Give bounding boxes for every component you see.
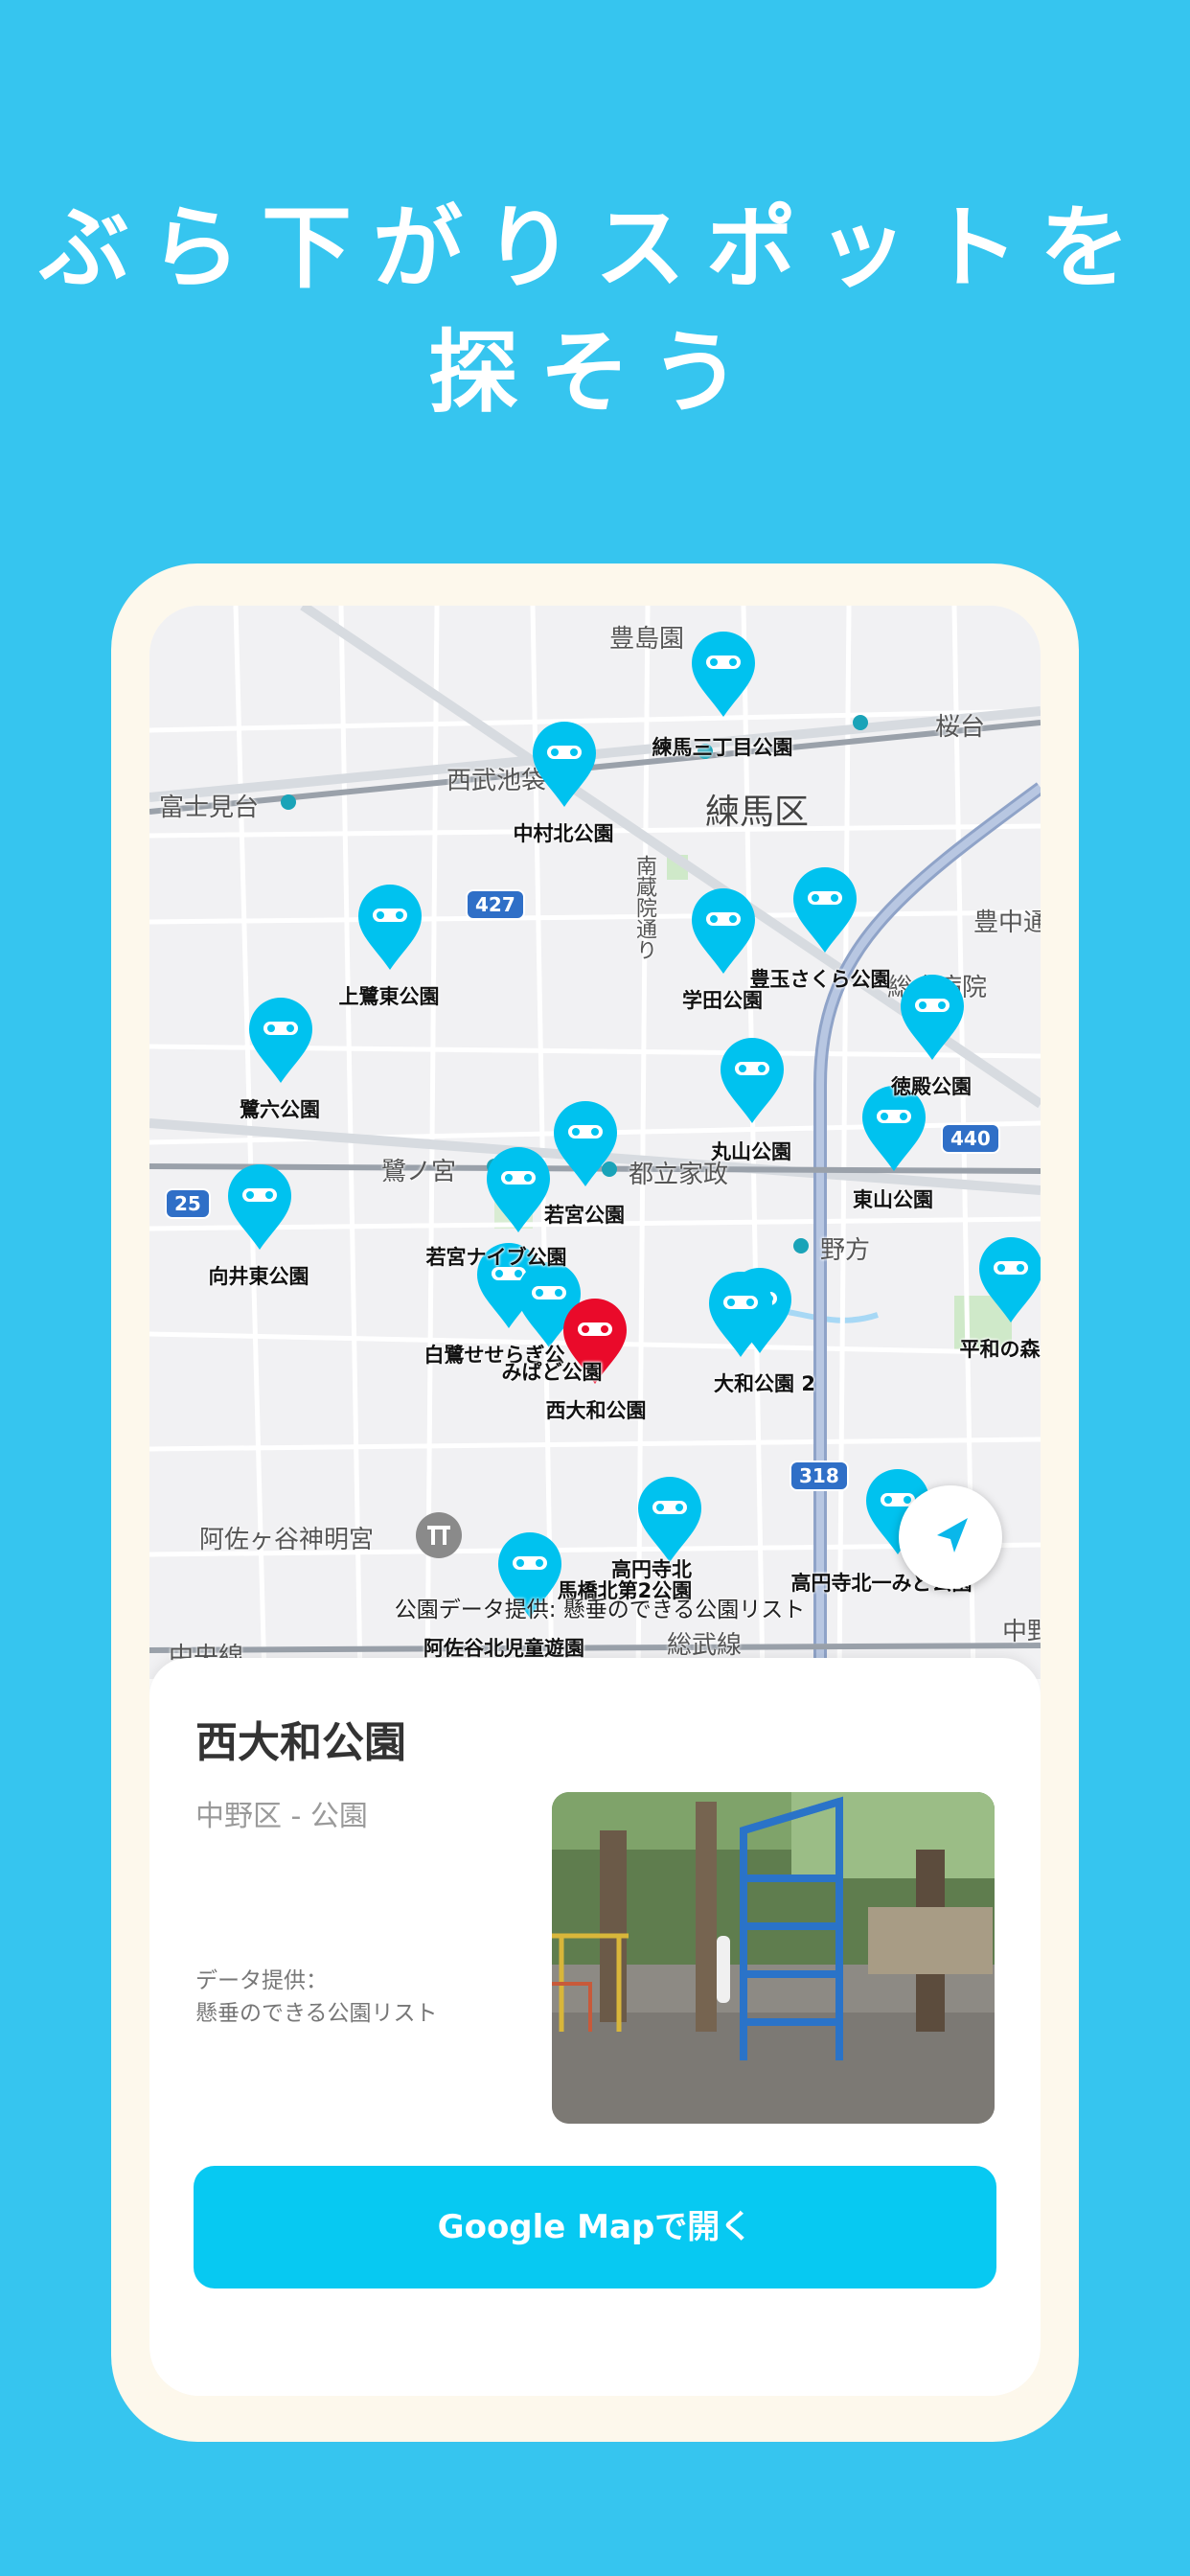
park-category: 中野区 - 公園 — [195, 1800, 368, 1833]
park-pin-icon[interactable] — [719, 1037, 786, 1125]
map-label-asagaya-shrine: 阿佐ヶ谷神明宮 — [199, 1526, 375, 1554]
poi-label: 若宮ナイブ公園 — [425, 1246, 567, 1269]
map-label-fujimidai: 富士見台 — [159, 794, 260, 822]
poi-label: 丸山公園 — [711, 1140, 791, 1163]
road-shield-318: 318 — [790, 1460, 849, 1491]
park-pin-icon[interactable] — [531, 721, 598, 809]
park-pin-icon[interactable] — [226, 1163, 293, 1252]
location-arrow-icon — [937, 1518, 968, 1552]
park-pin-icon[interactable] — [707, 1271, 774, 1359]
park-pin-icon[interactable] — [690, 887, 757, 976]
poi-label: 若宮公園 — [544, 1204, 625, 1227]
park-photo — [552, 1792, 995, 2124]
data-credit: データ提供： 懸垂のできる公園リスト — [195, 1965, 438, 2030]
park-pin-icon[interactable] — [247, 997, 314, 1085]
park-pin-icon[interactable] — [552, 1100, 619, 1188]
poi-label: 向井東公園 — [208, 1265, 309, 1288]
headline-line2: 探そう — [427, 321, 762, 426]
park-pin-icon[interactable] — [636, 1476, 703, 1564]
map-attribution: 公園データ提供: 懸垂のできる公園リスト — [394, 1598, 806, 1622]
map-label-sakuradai: 桜台 — [935, 713, 986, 742]
park-pin-icon[interactable] — [791, 866, 858, 954]
poi-label: 豊玉さくら公園 — [749, 968, 891, 991]
headline-line1: ぶら下がりスポットを — [38, 196, 1151, 301]
poi-label: 鷺六公園 — [240, 1098, 320, 1121]
map-label-nanzoin-dori: 南蔵院通り — [632, 855, 656, 960]
map-label-saginomiya: 鷺ノ宮 — [381, 1158, 457, 1186]
poi-label: 練馬三丁目公園 — [652, 736, 793, 759]
park-detail-sheet: 西大和公園 中野区 - 公園 データ提供： 懸垂のできる公園リスト Google… — [149, 1658, 1041, 2396]
headline: ぶら下がりスポットを 探そう — [0, 187, 1190, 436]
park-pin-icon[interactable] — [356, 884, 423, 972]
poi-label: 大和公園 2 — [714, 1372, 815, 1395]
current-location-button[interactable] — [899, 1485, 1002, 1589]
road-shield-25: 25 — [165, 1188, 211, 1219]
park-name: 西大和公園 — [195, 1718, 406, 1767]
poi-label: 平和の森公 — [959, 1338, 1041, 1361]
poi-label: 上鷺東公園 — [338, 985, 440, 1008]
app-screen: 豊島園 桜台 富士見台 西武池袋 練馬区 南蔵院通り 豊中通 総合病院 鷺ノ宮 … — [149, 606, 1041, 2396]
open-google-map-button[interactable]: Google Mapで開く — [194, 2166, 996, 2288]
poi-label: 徳殿公園 — [891, 1075, 972, 1098]
road-shield-440: 440 — [941, 1123, 1000, 1154]
park-pin-icon[interactable] — [899, 974, 966, 1062]
map-label-sobu-line: 総武線 — [667, 1631, 743, 1660]
road-shield-427: 427 — [466, 889, 525, 920]
poi-label: みぱど公園 — [501, 1361, 603, 1384]
map-label-toyonaka: 豊中通 — [973, 908, 1041, 937]
poi-label: 中村北公園 — [513, 822, 614, 845]
map-view[interactable]: 豊島園 桜台 富士見台 西武池袋 練馬区 南蔵院通り 豊中通 総合病院 鷺ノ宮 … — [149, 606, 1041, 1679]
map-label-toshimaen: 豊島園 — [609, 625, 685, 654]
data-credit-source: 懸垂のできる公園リスト — [195, 2001, 438, 2026]
poi-label: 西大和公園 — [545, 1399, 647, 1422]
park-pin-icon[interactable] — [485, 1146, 552, 1234]
map-label-nakano: 中野 — [1002, 1618, 1041, 1646]
poi-label: 東山公園 — [853, 1188, 933, 1211]
map-label-nerima-ku: 練馬区 — [705, 793, 810, 832]
map-label-nogata: 野方 — [820, 1236, 871, 1265]
park-pin-icon[interactable] — [977, 1236, 1041, 1324]
park-pin-icon[interactable] — [690, 631, 757, 719]
data-credit-label: データ提供： — [195, 1968, 328, 1993]
